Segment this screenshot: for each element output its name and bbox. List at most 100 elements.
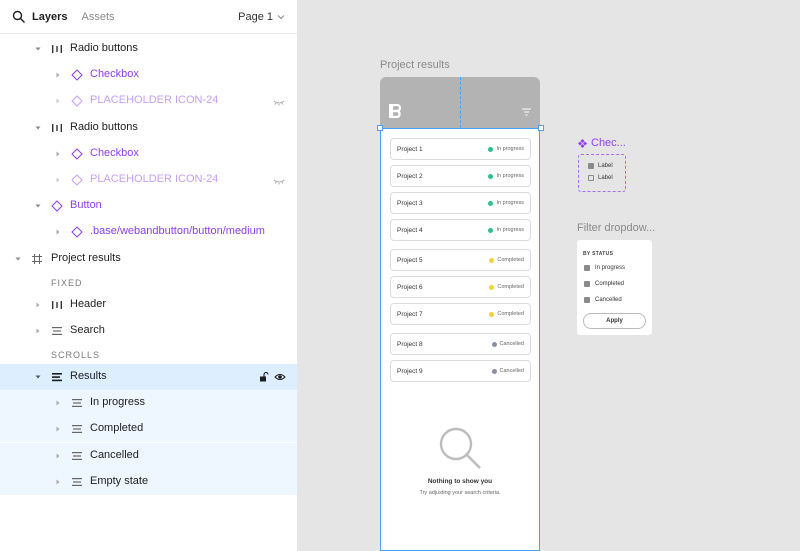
empty-title: Nothing to show you xyxy=(427,478,493,485)
checkbox-box xyxy=(588,175,594,181)
caret-down-icon[interactable] xyxy=(34,45,42,53)
project-name: Project 9 xyxy=(397,367,423,375)
logo-icon xyxy=(389,104,401,118)
layer-checkbox-1[interactable]: Checkbox xyxy=(0,62,297,88)
layer-in-progress[interactable]: In progress xyxy=(0,390,297,416)
frame-title[interactable]: Project results xyxy=(380,59,450,71)
hidden-eye-icon[interactable] xyxy=(273,96,285,108)
layer-results[interactable]: Results xyxy=(0,364,297,390)
checkbox-checked[interactable]: Label xyxy=(588,163,613,169)
layer-radio-buttons-1[interactable]: Radio buttons xyxy=(0,36,297,62)
status-text: In progress xyxy=(496,200,524,206)
checkbox-component-label[interactable]: Chec... xyxy=(578,137,626,149)
caret-right-icon[interactable] xyxy=(54,97,62,105)
caret-right-icon[interactable] xyxy=(54,71,62,79)
eye-icon[interactable] xyxy=(274,371,286,383)
checkbox-unchecked[interactable]: Label xyxy=(588,175,613,181)
resize-handle-top-right[interactable] xyxy=(538,125,544,131)
layer-completed[interactable]: Completed xyxy=(0,416,297,442)
apply-button[interactable]: Apply xyxy=(583,313,646,329)
checkbox-box xyxy=(584,297,590,303)
caret-right-icon[interactable] xyxy=(54,176,62,184)
status-badge: In progress xyxy=(488,173,524,179)
status-dot xyxy=(488,200,494,206)
project-card[interactable]: Project 2 In progress xyxy=(390,165,531,187)
project-card[interactable]: Project 4 In progress xyxy=(390,219,531,241)
page-selector[interactable]: Page 1 xyxy=(238,11,285,23)
layer-label: Button xyxy=(70,199,102,211)
instance-icon xyxy=(71,226,83,238)
project-card[interactable]: Project 9 Cancelled xyxy=(390,360,531,382)
status-text: In progress xyxy=(496,227,524,233)
tab-layers[interactable]: Layers xyxy=(32,11,67,23)
autolayout-vertical-icon xyxy=(52,373,62,382)
status-text: Cancelled xyxy=(499,341,524,347)
filter-frame-title[interactable]: Filter dropdow... xyxy=(577,222,655,234)
unlock-icon[interactable] xyxy=(259,372,269,382)
layer-cancelled[interactable]: Cancelled xyxy=(0,443,297,469)
layer-label: Cancelled xyxy=(90,449,139,461)
layer-empty-state[interactable]: Empty state xyxy=(0,469,297,495)
project-card[interactable]: Project 7 Completed xyxy=(390,303,531,325)
status-badge: In progress xyxy=(488,227,524,233)
project-card[interactable]: Project 3 In progress xyxy=(390,192,531,214)
layer-button-base[interactable]: .base/webandbutton/button/medium xyxy=(0,219,297,245)
resize-handle-top-left[interactable] xyxy=(377,125,383,131)
caret-right-icon[interactable] xyxy=(54,150,62,158)
empty-state: Nothing to show you Try adjusting your s… xyxy=(381,425,539,496)
checkbox-component[interactable]: Label Label xyxy=(578,154,626,192)
caret-right-icon[interactable] xyxy=(54,425,62,433)
caret-right-icon[interactable] xyxy=(34,327,42,335)
caret-down-icon[interactable] xyxy=(34,373,42,381)
status-dot xyxy=(489,284,495,290)
filter-icon[interactable] xyxy=(522,108,531,116)
layer-label: Project results xyxy=(51,252,121,264)
layer-placeholder-icon-2[interactable]: PLACEHOLDER ICON-24 xyxy=(0,167,297,193)
filter-option-cancelled[interactable]: Cancelled xyxy=(584,297,622,303)
status-badge: In progress xyxy=(488,200,524,206)
project-card[interactable]: Project 8 Cancelled xyxy=(390,333,531,355)
component-icon xyxy=(578,138,587,148)
layer-search[interactable]: Search xyxy=(0,318,297,344)
caret-right-icon[interactable] xyxy=(54,478,62,486)
layer-checkbox-2[interactable]: Checkbox xyxy=(0,141,297,167)
caret-down-icon[interactable] xyxy=(14,255,22,263)
filter-option-label: Completed xyxy=(595,281,625,287)
caret-down-icon[interactable] xyxy=(34,124,42,132)
results-frame[interactable]: Project 1 In progress Project 2 In progr… xyxy=(380,128,540,551)
project-card[interactable]: Project 1 In progress xyxy=(390,138,531,160)
checkbox-label: Label xyxy=(598,163,613,169)
autolayout-vertical-icon xyxy=(72,425,82,433)
filter-option-in-progress[interactable]: In progress xyxy=(584,265,625,271)
project-name: Project 4 xyxy=(397,226,423,234)
layer-label: Completed xyxy=(90,422,144,434)
status-text: Cancelled xyxy=(499,368,524,374)
section-scrolls-label: SCROLLS xyxy=(51,350,101,360)
caret-right-icon[interactable] xyxy=(54,399,62,407)
project-card[interactable]: Project 6 Completed xyxy=(390,276,531,298)
checkbox-label: Label xyxy=(598,175,613,181)
project-name: Project 7 xyxy=(397,310,423,318)
filter-option-completed[interactable]: Completed xyxy=(584,281,624,287)
layer-header[interactable]: Header xyxy=(0,292,297,318)
caret-down-icon[interactable] xyxy=(34,202,42,210)
project-card[interactable]: Project 5 Completed xyxy=(390,249,531,271)
layer-button[interactable]: Button xyxy=(0,193,297,219)
search-icon[interactable] xyxy=(12,10,26,24)
project-name: Project 3 xyxy=(397,199,423,207)
autolayout-horizontal-icon xyxy=(52,45,62,53)
status-badge: Cancelled xyxy=(491,368,524,374)
layer-placeholder-icon-1[interactable]: PLACEHOLDER ICON-24 xyxy=(0,88,297,114)
component-name: Chec... xyxy=(591,137,626,149)
layer-project-results[interactable]: Project results xyxy=(0,246,297,272)
layer-radio-buttons-2[interactable]: Radio buttons xyxy=(0,115,297,141)
layer-label: PLACEHOLDER ICON-24 xyxy=(90,173,219,185)
hidden-eye-icon[interactable] xyxy=(273,175,285,187)
caret-right-icon[interactable] xyxy=(54,228,62,236)
caret-right-icon[interactable] xyxy=(34,301,42,309)
empty-subtitle: Try adjusting your search criteria. xyxy=(419,490,501,496)
phone-header[interactable] xyxy=(380,77,540,128)
caret-right-icon[interactable] xyxy=(54,452,62,460)
tab-assets[interactable]: Assets xyxy=(81,11,114,23)
filter-dropdown[interactable]: BY STATUS In progress Completed Cancelle… xyxy=(577,240,652,335)
